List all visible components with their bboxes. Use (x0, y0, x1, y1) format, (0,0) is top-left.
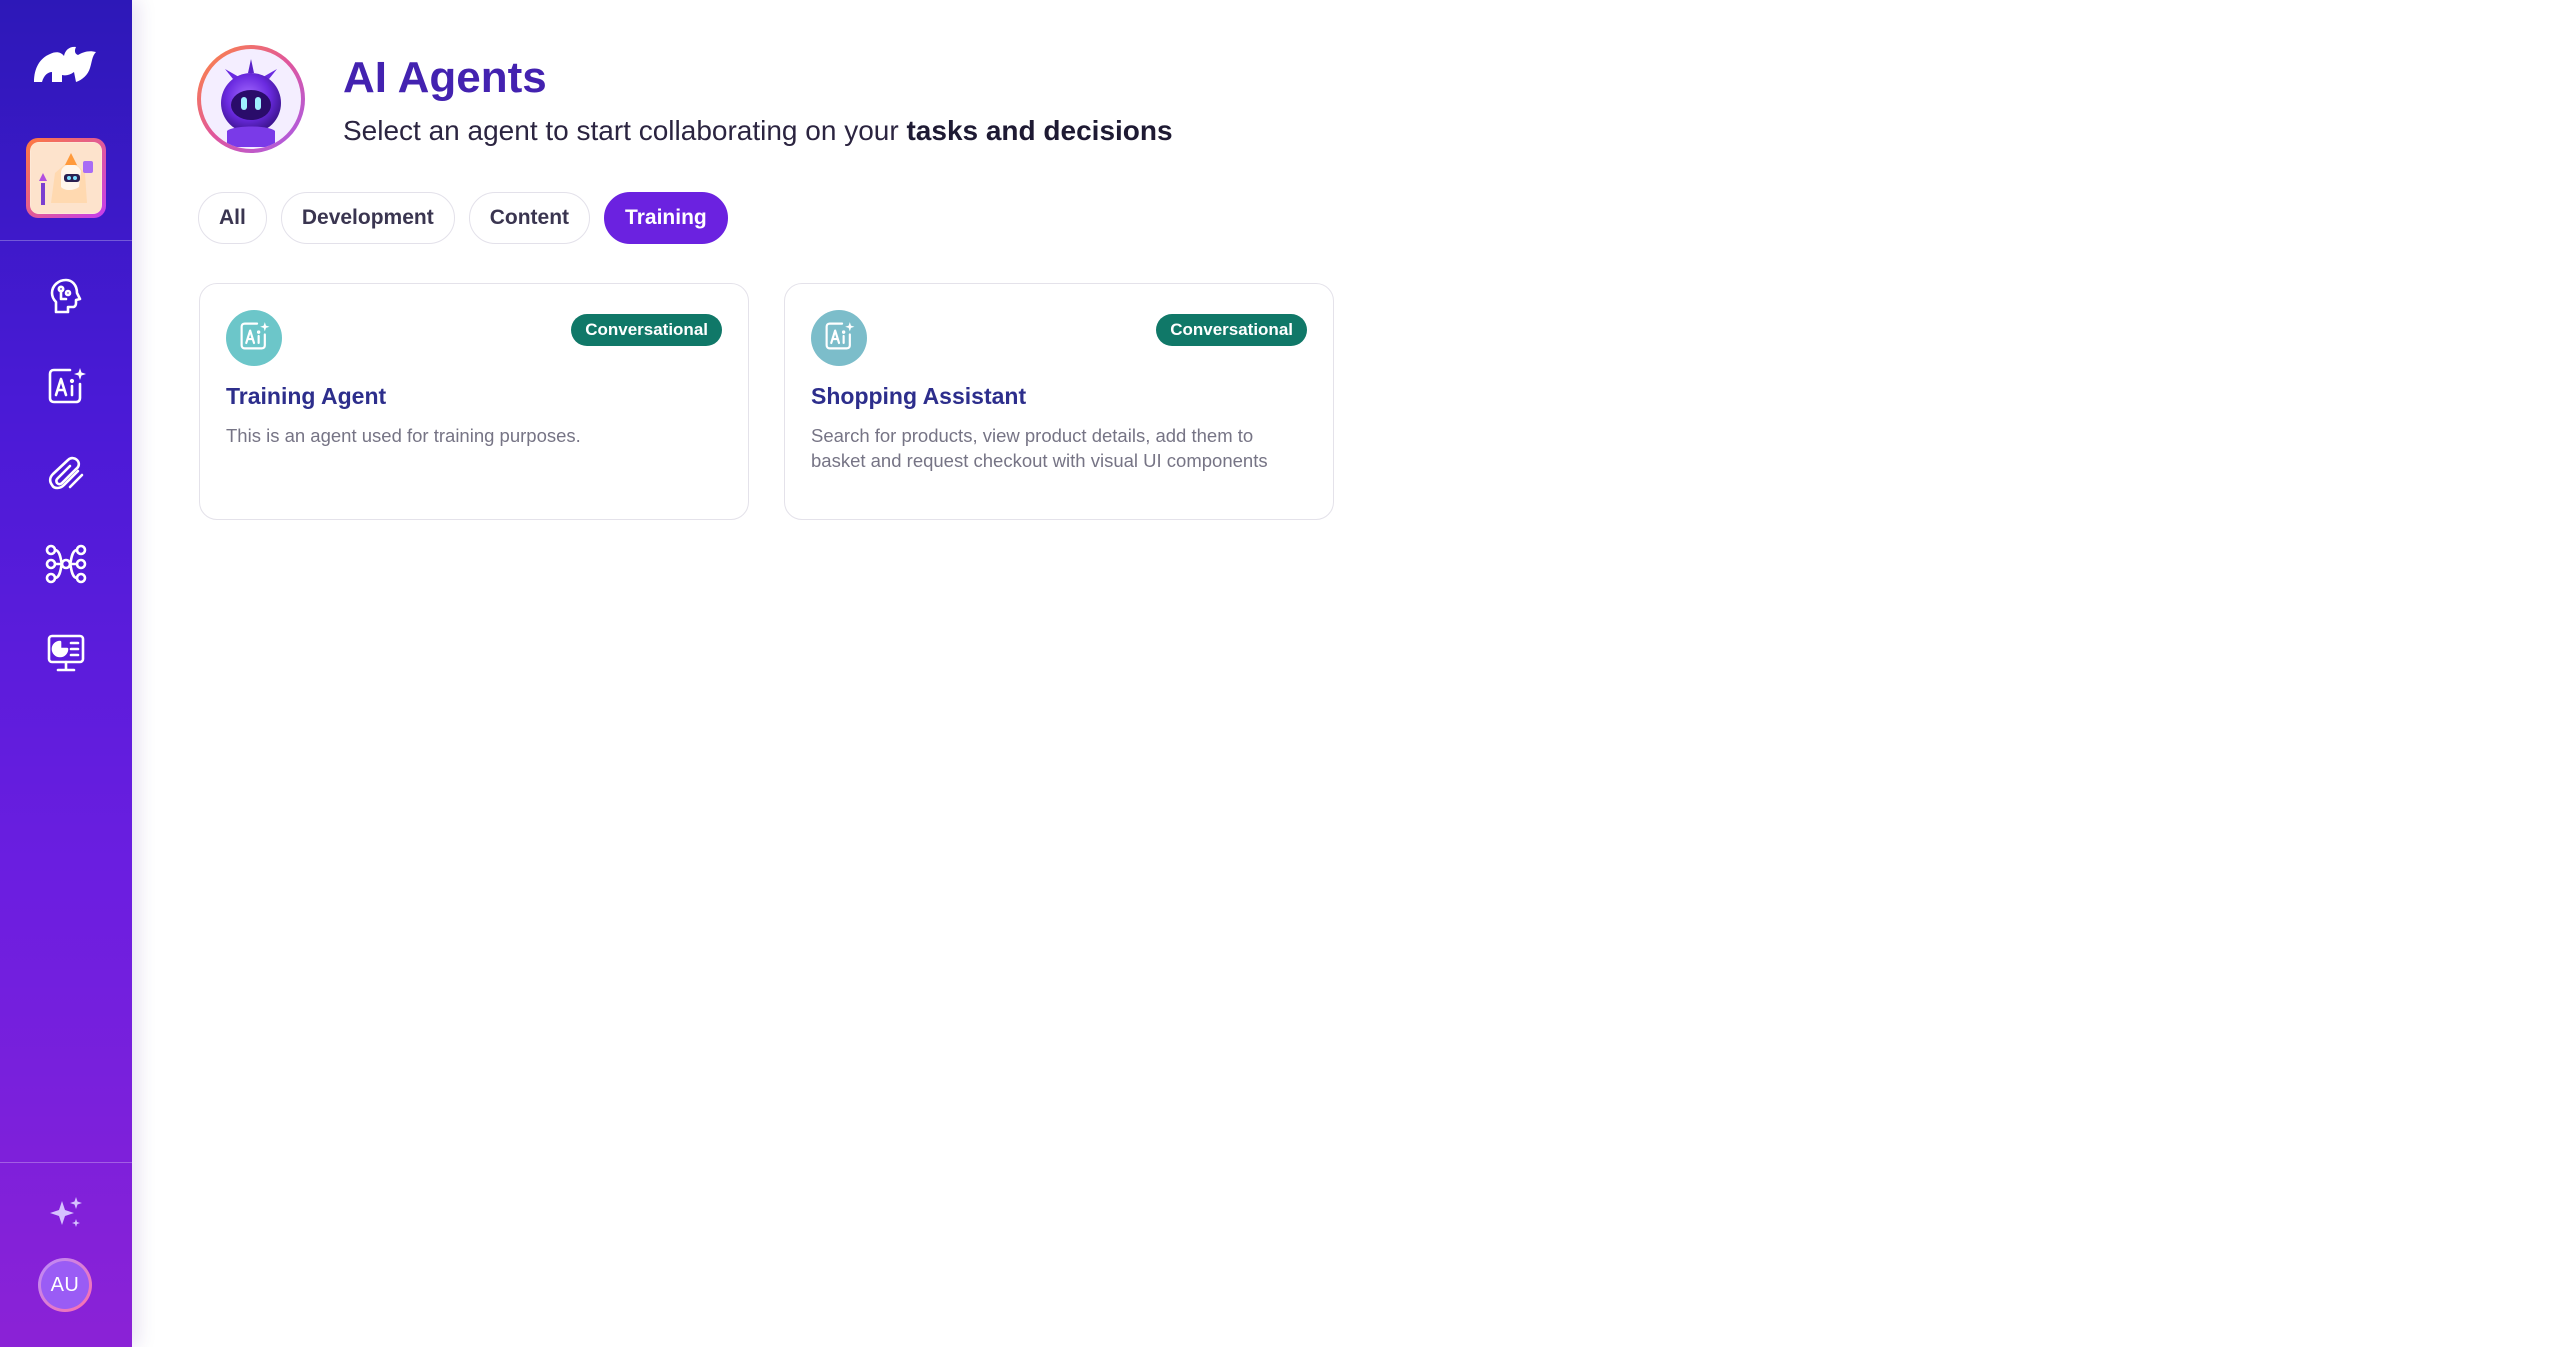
sidebar-item-dashboards[interactable] (36, 625, 96, 685)
robot-mascot-icon (201, 49, 301, 149)
workflow-nodes-icon (43, 542, 89, 591)
category-filter-tabs: All Development Content Training (198, 192, 728, 244)
agent-type-badge: Conversational (571, 314, 722, 346)
sparkles-icon (46, 1193, 86, 1238)
page-subtitle: Select an agent to start collaborating o… (343, 113, 1173, 149)
page-title: AI Agents (343, 53, 547, 102)
tab-content[interactable]: Content (468, 192, 591, 244)
sidebar: AU (0, 0, 132, 1347)
agent-type-badge: Conversational (1156, 314, 1307, 346)
brain-circuit-icon (44, 274, 88, 323)
sidebar-item-agents[interactable] (36, 358, 96, 418)
agent-icon (811, 310, 867, 366)
sidebar-divider-top (0, 240, 132, 241)
workspace-switcher[interactable] (26, 138, 106, 218)
sidebar-item-knowledge[interactable] (36, 268, 96, 328)
ai-text-icon (44, 364, 88, 413)
rhino-logo-icon[interactable] (28, 36, 104, 94)
user-avatar-initials: AU (41, 1261, 89, 1309)
tab-all[interactable]: All (198, 192, 267, 244)
sidebar-item-attachments[interactable] (36, 447, 96, 507)
sidebar-divider-bottom (0, 1162, 132, 1163)
ai-text-icon (237, 319, 271, 358)
agent-description: Search for products, view product detail… (811, 425, 1268, 471)
agent-card-shopping-assistant[interactable]: Conversational Shopping Assistant Search… (784, 283, 1334, 520)
page-subtitle-text: Select an agent to start collaborating o… (343, 115, 907, 146)
agents-hero-avatar (197, 45, 305, 153)
sidebar-item-workflows[interactable] (36, 536, 96, 596)
app-root: AU AI Agents Select an agent to start co… (0, 0, 2561, 1347)
workspace-thumbnail (30, 142, 102, 214)
agent-card-training-agent[interactable]: Conversational Training Agent This is an… (199, 283, 749, 520)
ai-text-icon (822, 319, 856, 358)
page-subtitle-emphasis: tasks and decisions (906, 115, 1173, 146)
agent-name: Shopping Assistant (811, 383, 1027, 409)
tab-training[interactable]: Training (604, 192, 728, 244)
sidebar-item-ai-assistant[interactable] (36, 1185, 96, 1245)
agent-name: Training Agent (226, 383, 387, 409)
presentation-chart-icon (44, 631, 88, 680)
agent-description: This is an agent used for training purpo… (226, 425, 581, 446)
user-avatar[interactable]: AU (38, 1258, 92, 1312)
agent-icon (226, 310, 282, 366)
paperclip-icon (44, 453, 88, 502)
tab-development[interactable]: Development (280, 192, 455, 244)
